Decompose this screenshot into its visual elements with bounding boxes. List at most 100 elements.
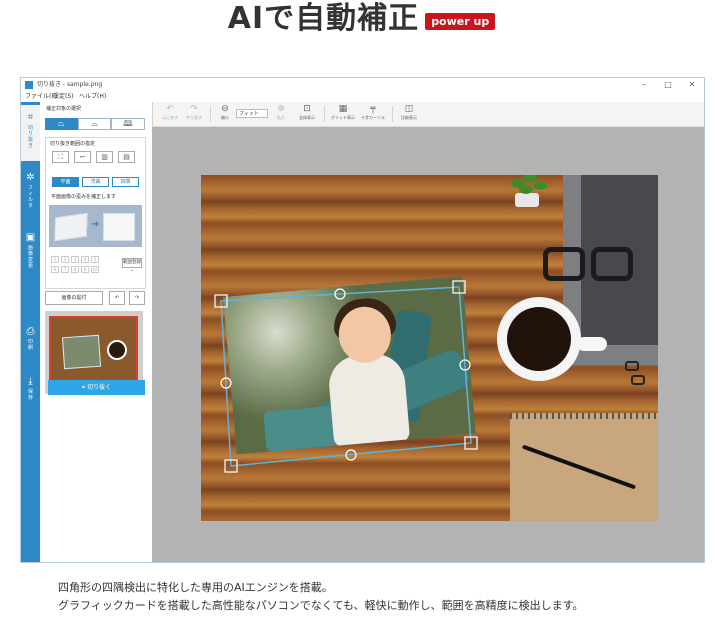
- undo-label: 元に戻す: [162, 115, 178, 120]
- fit-all-icon: ⊡: [303, 104, 311, 114]
- crop-auto-button[interactable]: ⛶: [52, 151, 69, 163]
- fit-all-button[interactable]: ⊡ 全体表示: [294, 104, 320, 121]
- range-slot[interactable]: 2: [61, 256, 69, 263]
- sidebar-item-label: 印刷: [27, 339, 33, 351]
- range-register-dropdown[interactable]: 範囲登録 ⌄: [122, 258, 142, 273]
- sidebar-item-label: 切り抜き: [27, 125, 33, 149]
- target-book-button[interactable]: 🕮: [111, 118, 145, 130]
- minimize-button[interactable]: –: [633, 79, 655, 91]
- zoom-in-icon: ⊕: [277, 104, 285, 114]
- range-slot[interactable]: 10: [91, 266, 99, 273]
- correction-preview: ➔: [49, 205, 142, 247]
- zoom-out-label: 縮小: [221, 115, 229, 120]
- save-icon: ⤓: [28, 376, 33, 387]
- zoom-select[interactable]: フィット: [236, 109, 268, 118]
- maximize-button[interactable]: □: [657, 79, 679, 91]
- crop-full-button[interactable]: ▤: [118, 151, 135, 163]
- rotate-left-button[interactable]: ↶: [109, 291, 125, 305]
- sidebar-item-save[interactable]: ⤓ 保存: [21, 376, 40, 401]
- zoom-in-button[interactable]: ⊕ 拡大: [272, 104, 290, 121]
- power-up-badge: power up: [425, 12, 496, 30]
- detection-quad[interactable]: [201, 175, 658, 521]
- range-slot[interactable]: 6: [51, 266, 59, 273]
- cut-out-button[interactable]: ⌗ 切り抜く: [48, 380, 145, 395]
- range-slot[interactable]: 4: [81, 256, 89, 263]
- corrected-document: [103, 213, 135, 241]
- mode-sidebar: ⌗ 切り抜き ✲ フィルタ ▣ 画像変更 ⎙ 印刷 ⤓ 保存: [21, 102, 40, 562]
- zoom-out-button[interactable]: ⊖ 縮小: [216, 104, 234, 121]
- settings-panel: 補正対象の選択 ⏢ ⌓ 🕮 切り抜き範囲の指定 ⛶ ⌐ ▥ ▤ 平面 湾曲 四隅…: [40, 102, 153, 562]
- app-window: 切り抜き - sample.png – □ ✕ ファイル(F) 設定(S) ヘル…: [20, 77, 705, 563]
- filter-icon: ✲: [26, 172, 35, 183]
- sidebar-item-crop[interactable]: ⌗ 切り抜き: [21, 112, 40, 149]
- crop-icon: ⌗: [27, 112, 34, 123]
- menu-settings[interactable]: 設定(S): [53, 93, 74, 101]
- toolbar-divider: [210, 106, 211, 122]
- range-slot[interactable]: 1: [51, 256, 59, 263]
- target-label: 補正対象の選択: [46, 106, 82, 112]
- close-button[interactable]: ✕: [681, 79, 703, 91]
- range-label: 切り抜き範囲の指定: [50, 141, 96, 147]
- toolbar-divider: [392, 106, 393, 122]
- menu-help[interactable]: ヘルプ(H): [79, 93, 106, 101]
- quad-outline: [220, 286, 472, 467]
- face-flat-tab[interactable]: 平面: [52, 177, 79, 187]
- range-slot[interactable]: 9: [81, 266, 89, 273]
- compare-icon: ◫: [404, 104, 414, 114]
- sidebar-item-label: 画像変更: [27, 245, 33, 269]
- compare-label: 比較表示: [401, 115, 417, 120]
- zoom-out-icon: ⊖: [221, 104, 229, 114]
- skewed-document: [54, 212, 88, 242]
- undo-button[interactable]: ↶ 元に戻す: [158, 104, 182, 121]
- paste-image-button[interactable]: 画像の貼付: [45, 291, 103, 305]
- arrow-right-icon: ➔: [91, 219, 100, 230]
- undo-icon: ↶: [166, 104, 174, 114]
- target-flat-button[interactable]: ⏢: [45, 118, 78, 130]
- window-title: 切り抜き - sample.png: [37, 81, 103, 88]
- thumbnail-cup: [107, 340, 127, 360]
- range-slot[interactable]: 7: [61, 266, 69, 273]
- toolbar: ↶ 元に戻す ↷ やり直す ⊖ 縮小 フィット ⊕ 拡大 ⊡ 全体表示 ▦ グリッド表示 ╤…: [152, 102, 704, 127]
- image-settings-icon: ▣: [25, 232, 36, 243]
- description-line-2: グラフィックカードを搭載した高性能なパソコンでなくても、軽快に動作し、範囲を高精…: [58, 599, 584, 612]
- headline: AIで自動補正 power up: [0, 0, 723, 40]
- redo-icon: ↷: [190, 104, 198, 114]
- print-icon: ⎙: [26, 326, 35, 337]
- toolbar-divider: [324, 106, 325, 122]
- app-icon: [25, 81, 33, 89]
- crosshair-button[interactable]: ╤ 十字カーソル: [358, 104, 388, 121]
- range-slot[interactable]: 8: [71, 266, 79, 273]
- sidebar-item-label: フィルタ: [27, 185, 33, 209]
- desk-photo: [201, 175, 658, 521]
- crop-corner-button[interactable]: ⌐: [74, 151, 91, 163]
- face-curved-tab[interactable]: 湾曲: [82, 177, 109, 187]
- menu-bar: ファイル(F) 設定(S) ヘルプ(H): [21, 92, 704, 102]
- zoom-in-label: 拡大: [277, 115, 285, 120]
- target-curved-button[interactable]: ⌓: [78, 118, 111, 130]
- grid-icon: ▦: [338, 104, 348, 114]
- thumbnail-photo: [61, 334, 102, 370]
- image-thumbnail[interactable]: [49, 316, 138, 386]
- crop-fit-button[interactable]: ▥: [96, 151, 113, 163]
- grid-label: グリッド表示: [331, 115, 355, 120]
- compare-button[interactable]: ◫ 比較表示: [396, 104, 422, 121]
- paste-image-label: 画像の貼付: [61, 295, 87, 301]
- face-corners-tab[interactable]: 四隅: [112, 177, 139, 187]
- sidebar-item-label: 保存: [27, 389, 33, 401]
- page-title: AIで自動補正: [227, 1, 420, 36]
- redo-button[interactable]: ↷ やり直す: [182, 104, 206, 121]
- sidebar-item-print[interactable]: ⎙ 印刷: [21, 326, 40, 351]
- redo-label: やり直す: [186, 115, 202, 120]
- cursor-icon: ╤: [370, 104, 376, 114]
- rotate-right-button[interactable]: ↷: [129, 291, 145, 305]
- sidebar-item-filter[interactable]: ✲ フィルタ: [21, 172, 40, 209]
- grid-button[interactable]: ▦ グリッド表示: [328, 104, 358, 121]
- sidebar-item-image-settings[interactable]: ▣ 画像変更: [21, 232, 40, 269]
- range-slot[interactable]: 3: [71, 256, 79, 263]
- image-canvas[interactable]: [152, 127, 704, 562]
- crosshair-label: 十字カーソル: [361, 115, 385, 120]
- range-slot[interactable]: 5: [91, 256, 99, 263]
- flat-hint: 平面画像の歪みを補正します: [51, 194, 117, 200]
- title-bar: 切り抜き - sample.png – □ ✕: [21, 78, 704, 92]
- cut-out-label: 切り抜く: [87, 384, 112, 391]
